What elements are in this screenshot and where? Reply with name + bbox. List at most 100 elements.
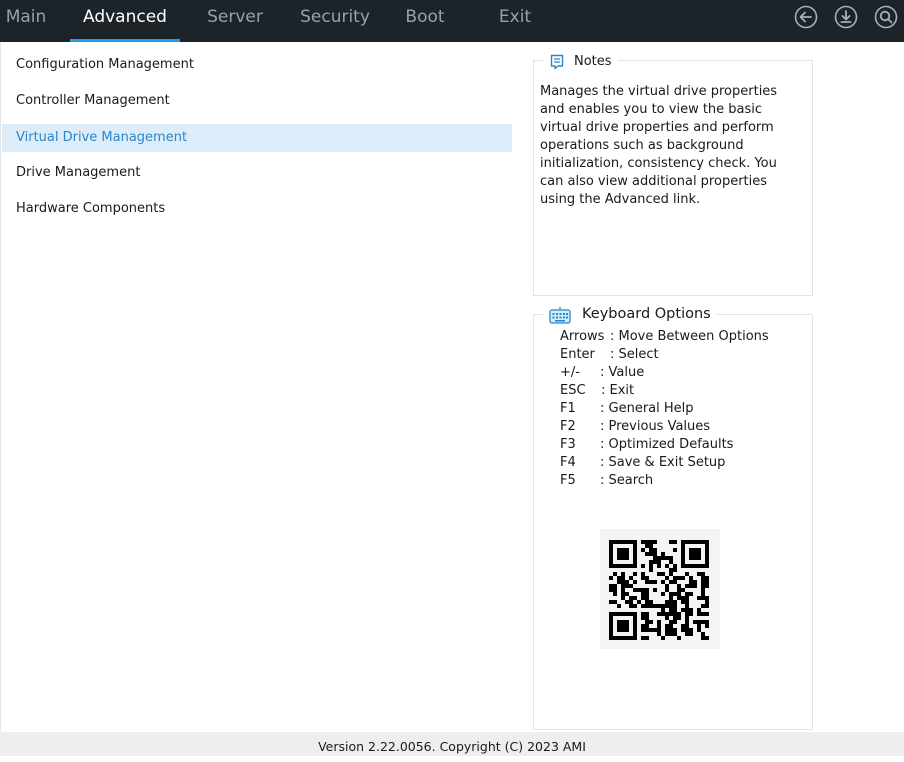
top-navigation-bar: Main Advanced Server Security Boot Exit: [0, 0, 904, 42]
qr-module: [621, 564, 625, 568]
tab-security[interactable]: Security: [297, 0, 373, 42]
search-icon[interactable]: [874, 5, 898, 29]
menu-item-drive-management[interactable]: Drive Management: [2, 159, 512, 187]
qr-module: [613, 572, 617, 576]
qr-module: [685, 592, 689, 596]
qr-module: [689, 556, 693, 560]
qr-module: [693, 556, 697, 560]
qr-module: [685, 620, 689, 624]
tab-main[interactable]: Main: [4, 0, 48, 42]
menu-item-virtual-drive-management[interactable]: Virtual Drive Management: [2, 124, 512, 152]
qr-module: [673, 576, 677, 580]
kb-key: F5: [560, 473, 576, 488]
qr-module: [621, 636, 625, 640]
qr-module: [609, 616, 613, 620]
qr-module: [613, 636, 617, 640]
tab-server[interactable]: Server: [203, 0, 267, 42]
qr-module: [625, 540, 629, 544]
qr-module: [665, 624, 669, 628]
qr-module: [665, 612, 669, 616]
qr-module: [697, 620, 701, 624]
kb-desc: : Exit: [601, 383, 635, 398]
qr-module: [701, 584, 705, 588]
qr-module: [625, 556, 629, 560]
qr-module: [701, 636, 705, 640]
qr-module: [621, 552, 625, 556]
qr-module: [653, 588, 657, 592]
qr-module: [673, 608, 677, 612]
save-download-icon[interactable]: [834, 5, 858, 29]
kb-key: Enter: [560, 347, 595, 362]
qr-module: [629, 636, 633, 640]
qr-module: [621, 584, 625, 588]
qr-module: [621, 548, 625, 552]
qr-module: [629, 576, 633, 580]
qr-module: [617, 604, 621, 608]
qr-module: [689, 608, 693, 612]
footer-bar: Version 2.22.0056. Copyright (C) 2023 AM…: [0, 732, 904, 756]
qr-module: [669, 612, 673, 616]
qr-module: [653, 580, 657, 584]
qr-module: [641, 612, 645, 616]
back-arrow-icon[interactable]: [794, 5, 818, 29]
active-tab-underline: [70, 39, 180, 42]
notes-header: Notes: [543, 52, 618, 72]
qr-module: [621, 540, 625, 544]
qr-module: [669, 596, 673, 600]
qr-module: [705, 576, 709, 580]
qr-module: [685, 612, 689, 616]
qr-module: [609, 600, 613, 604]
qr-module: [681, 564, 685, 568]
tab-advanced[interactable]: Advanced: [70, 0, 180, 42]
qr-module: [669, 568, 673, 572]
tab-security-label: Security: [300, 7, 370, 27]
qr-module: [685, 624, 689, 628]
menu-item-controller-management[interactable]: Controller Management: [2, 87, 512, 115]
qr-module: [617, 628, 621, 632]
qr-module: [625, 624, 629, 628]
qr-module: [673, 548, 677, 552]
qr-module: [613, 600, 617, 604]
qr-module: [645, 596, 649, 600]
tab-server-label: Server: [207, 7, 263, 27]
qr-module: [653, 548, 657, 552]
qr-module: [665, 628, 669, 632]
kb-desc: : Optimized Defaults: [600, 437, 734, 452]
menu-item-configuration-management[interactable]: Configuration Management: [2, 51, 512, 79]
qr-module: [641, 636, 645, 640]
qr-module: [649, 600, 653, 604]
kb-key: F2: [560, 419, 576, 434]
qr-module: [641, 592, 645, 596]
qr-module: [641, 576, 645, 580]
qr-module: [705, 600, 709, 604]
kb-desc: : Move Between Options: [610, 329, 769, 344]
qr-module: [641, 564, 645, 568]
qr-module: [673, 564, 677, 568]
notes-title: Notes: [574, 54, 612, 69]
qr-module: [665, 604, 669, 608]
qr-module: [609, 540, 613, 544]
qr-module: [645, 604, 649, 608]
qr-module: [609, 612, 613, 616]
qr-module: [649, 564, 653, 568]
qr-code-frame: [600, 529, 720, 649]
menu-item-hardware-components[interactable]: Hardware Components: [2, 195, 512, 223]
qr-module: [633, 632, 637, 636]
qr-module: [649, 544, 653, 548]
qr-module: [665, 600, 669, 604]
qr-module: [645, 612, 649, 616]
qr-module: [669, 560, 673, 564]
tab-boot[interactable]: Boot: [401, 0, 449, 42]
qr-module: [677, 636, 681, 640]
qr-module: [649, 604, 653, 608]
qr-module: [701, 580, 705, 584]
keyboard-options-header: Keyboard Options: [543, 302, 717, 326]
qr-module: [677, 588, 681, 592]
qr-module: [625, 620, 629, 624]
qr-module: [633, 596, 637, 600]
qr-module: [665, 576, 669, 580]
qr-module: [629, 612, 633, 616]
qr-module: [641, 624, 645, 628]
qr-module: [649, 628, 653, 632]
tab-exit[interactable]: Exit: [494, 0, 536, 42]
